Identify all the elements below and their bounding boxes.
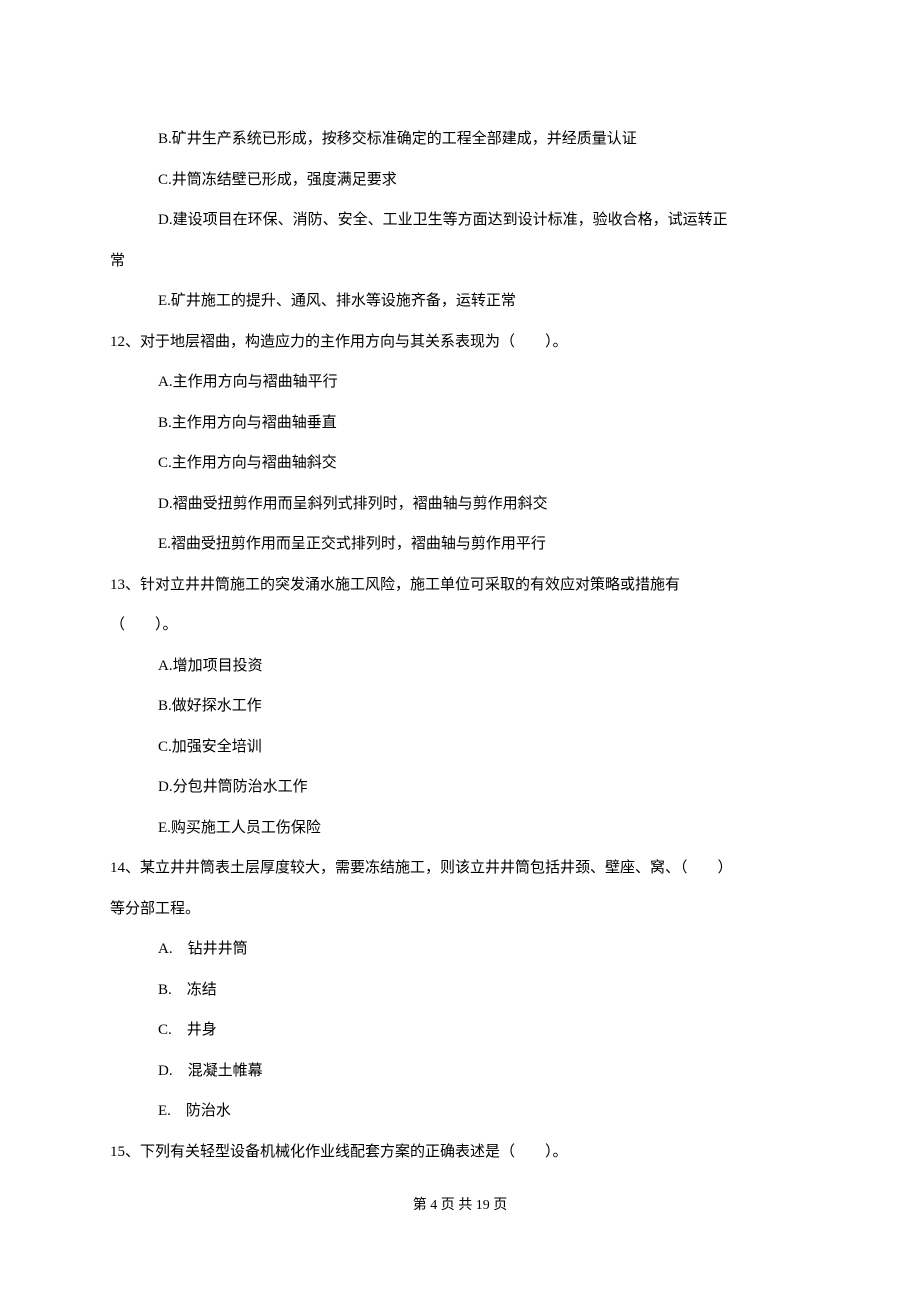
page-footer: 第 4 页 共 19 页 bbox=[110, 1195, 810, 1216]
option-text: C.加强安全培训 bbox=[158, 739, 262, 755]
question-13-continuation: （ ）。 bbox=[110, 614, 810, 637]
option-B: B.矿井生产系统已形成，按移交标准确定的工程全部建成，并经质量认证 bbox=[158, 128, 810, 151]
question-stem: 13、针对立井井筒施工的突发涌水施工风险，施工单位可采取的有效应对策略或措施有 bbox=[110, 577, 680, 593]
question-14-continuation: 等分部工程。 bbox=[110, 898, 810, 921]
q12-option-D: D.褶曲受扭剪作用而呈斜列式排列时，褶曲轴与剪作用斜交 bbox=[158, 493, 810, 516]
question-stem-cont: （ ）。 bbox=[110, 617, 178, 633]
question-stem: 14、某立井井筒表土层厚度较大，需要冻结施工，则该立井井筒包括井颈、壁座、窝、（… bbox=[110, 860, 733, 876]
option-text: 常 bbox=[110, 253, 125, 269]
q12-option-E: E.褶曲受扭剪作用而呈正交式排列时，褶曲轴与剪作用平行 bbox=[158, 533, 810, 556]
option-D: D.建设项目在环保、消防、安全、工业卫生等方面达到设计标准，验收合格，试运转正 bbox=[158, 209, 810, 232]
q14-option-E: E. 防治水 bbox=[158, 1100, 810, 1123]
option-text: B.主作用方向与褶曲轴垂直 bbox=[158, 415, 337, 431]
option-text: E.褶曲受扭剪作用而呈正交式排列时，褶曲轴与剪作用平行 bbox=[158, 536, 546, 552]
q14-option-A: A. 钻井井筒 bbox=[158, 938, 810, 961]
option-text: E.购买施工人员工伤保险 bbox=[158, 820, 321, 836]
option-E: E.矿井施工的提升、通风、排水等设施齐备，运转正常 bbox=[158, 290, 810, 313]
q14-option-D: D. 混凝土帷幕 bbox=[158, 1060, 810, 1083]
q13-option-A: A.增加项目投资 bbox=[158, 655, 810, 678]
option-C: C.井筒冻结壁已形成，强度满足要求 bbox=[158, 169, 810, 192]
q13-option-D: D.分包井筒防治水工作 bbox=[158, 776, 810, 799]
question-14: 14、某立井井筒表土层厚度较大，需要冻结施工，则该立井井筒包括井颈、壁座、窝、（… bbox=[110, 857, 810, 880]
q14-option-C: C. 井身 bbox=[158, 1019, 810, 1042]
question-stem: 12、对于地层褶曲，构造应力的主作用方向与其关系表现为（ ）。 bbox=[110, 334, 568, 350]
option-D-continuation: 常 bbox=[110, 250, 810, 273]
option-text: B.做好探水工作 bbox=[158, 698, 262, 714]
page-number: 第 4 页 共 19 页 bbox=[413, 1198, 508, 1213]
q13-option-C: C.加强安全培训 bbox=[158, 736, 810, 759]
option-text: E.矿井施工的提升、通风、排水等设施齐备，运转正常 bbox=[158, 293, 516, 309]
q14-option-B: B. 冻结 bbox=[158, 979, 810, 1002]
option-text: D.褶曲受扭剪作用而呈斜列式排列时，褶曲轴与剪作用斜交 bbox=[158, 496, 548, 512]
option-text: E. 防治水 bbox=[158, 1103, 231, 1119]
option-text: D.建设项目在环保、消防、安全、工业卫生等方面达到设计标准，验收合格，试运转正 bbox=[158, 212, 728, 228]
q12-option-A: A.主作用方向与褶曲轴平行 bbox=[158, 371, 810, 394]
question-12: 12、对于地层褶曲，构造应力的主作用方向与其关系表现为（ ）。 bbox=[110, 331, 810, 354]
q12-option-C: C.主作用方向与褶曲轴斜交 bbox=[158, 452, 810, 475]
q12-option-B: B.主作用方向与褶曲轴垂直 bbox=[158, 412, 810, 435]
option-text: A.主作用方向与褶曲轴平行 bbox=[158, 374, 338, 390]
option-text: D.分包井筒防治水工作 bbox=[158, 779, 308, 795]
question-15: 15、下列有关轻型设备机械化作业线配套方案的正确表述是（ ）。 bbox=[110, 1141, 810, 1164]
question-stem: 15、下列有关轻型设备机械化作业线配套方案的正确表述是（ ）。 bbox=[110, 1144, 568, 1160]
option-text: A. 钻井井筒 bbox=[158, 941, 248, 957]
question-stem-cont: 等分部工程。 bbox=[110, 901, 200, 917]
option-text: C.井筒冻结壁已形成，强度满足要求 bbox=[158, 172, 397, 188]
option-text: C.主作用方向与褶曲轴斜交 bbox=[158, 455, 337, 471]
q13-option-B: B.做好探水工作 bbox=[158, 695, 810, 718]
question-13: 13、针对立井井筒施工的突发涌水施工风险，施工单位可采取的有效应对策略或措施有 bbox=[110, 574, 810, 597]
option-text: B. 冻结 bbox=[158, 982, 217, 998]
option-text: C. 井身 bbox=[158, 1022, 217, 1038]
option-text: D. 混凝土帷幕 bbox=[158, 1063, 263, 1079]
q13-option-E: E.购买施工人员工伤保险 bbox=[158, 817, 810, 840]
option-text: A.增加项目投资 bbox=[158, 658, 263, 674]
option-text: B.矿井生产系统已形成，按移交标准确定的工程全部建成，并经质量认证 bbox=[158, 131, 637, 147]
